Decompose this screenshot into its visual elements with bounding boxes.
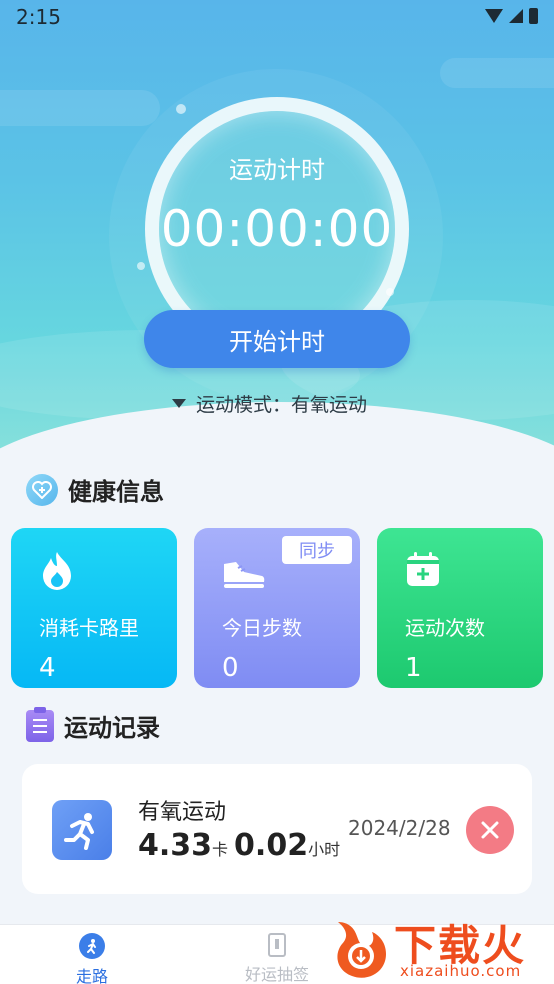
exercise-mode-text: 运动模式：有氧运动 <box>196 394 368 416</box>
sync-button[interactable]: 同步 <box>282 536 352 564</box>
exercise-count-label: 运动次数 <box>405 616 485 640</box>
exercise-mode-selector[interactable]: 运动模式：有氧运动 <box>172 390 367 417</box>
heart-plus-icon <box>26 473 58 506</box>
health-section-header: 健康信息 <box>26 472 164 507</box>
site-watermark-logo: 下载火 xiazaihuo.com <box>328 910 550 982</box>
cloud-decoration <box>0 90 160 126</box>
timer-label: 运动计时 <box>229 156 325 184</box>
sparkle-icon <box>386 288 394 296</box>
record-hours-unit: 小时 <box>308 840 341 859</box>
wifi-icon <box>485 9 503 23</box>
calorie-label: 消耗卡路里 <box>39 616 139 640</box>
delete-record-button[interactable] <box>466 806 514 854</box>
timer-value: 00:00:00 <box>160 200 394 258</box>
steps-value: 0 <box>222 653 239 683</box>
status-bar: 2:15 <box>0 0 554 34</box>
flame-icon <box>39 550 177 590</box>
flame-logo-icon <box>337 922 386 978</box>
dropdown-triangle-icon <box>172 399 186 408</box>
nav-item-lottery[interactable]: 好运抽签 <box>237 933 317 984</box>
record-date: 2024/2/28 <box>348 816 451 840</box>
calorie-card[interactable]: 消耗卡路里 4 <box>11 528 177 688</box>
watermark-url: xiazaihuo.com <box>400 962 522 980</box>
record-calories: 4.33 <box>138 828 213 863</box>
sparkle-icon <box>176 104 186 114</box>
walk-icon <box>79 933 105 959</box>
lottery-icon <box>268 933 286 957</box>
close-icon <box>481 821 499 839</box>
clipboard-icon <box>26 706 54 742</box>
start-timer-button[interactable]: 开始计时 <box>144 310 410 368</box>
records-section-header: 运动记录 <box>26 706 160 743</box>
exercise-record-item[interactable]: 有氧运动 4.33 卡 0.02 小时 2024/2/28 <box>22 764 532 894</box>
nav-lottery-label: 好运抽签 <box>244 965 309 984</box>
sparkle-icon <box>137 262 145 270</box>
battery-icon <box>529 8 538 24</box>
nav-walk-label: 走路 <box>75 967 108 984</box>
cloud-decoration <box>440 58 554 88</box>
exercise-count-card[interactable]: 运动次数 1 <box>377 528 543 688</box>
records-section-title: 运动记录 <box>64 714 160 742</box>
record-hours: 0.02 <box>234 828 309 863</box>
nav-item-walk[interactable]: 走路 <box>52 933 132 984</box>
calorie-value: 4 <box>39 653 56 683</box>
record-calories-unit: 卡 <box>212 840 229 859</box>
steps-card[interactable]: 同步 今日步数 0 <box>194 528 360 688</box>
status-time: 2:15 <box>16 5 61 29</box>
record-stats: 4.33 卡 0.02 小时 <box>138 828 346 863</box>
calendar-add-icon <box>405 550 543 590</box>
health-section-title: 健康信息 <box>68 478 164 506</box>
steps-label: 今日步数 <box>222 616 302 640</box>
record-title: 有氧运动 <box>138 800 227 825</box>
status-icons <box>485 8 538 24</box>
exercise-count-value: 1 <box>405 653 422 683</box>
signal-icon <box>509 9 523 23</box>
running-icon <box>52 800 112 860</box>
